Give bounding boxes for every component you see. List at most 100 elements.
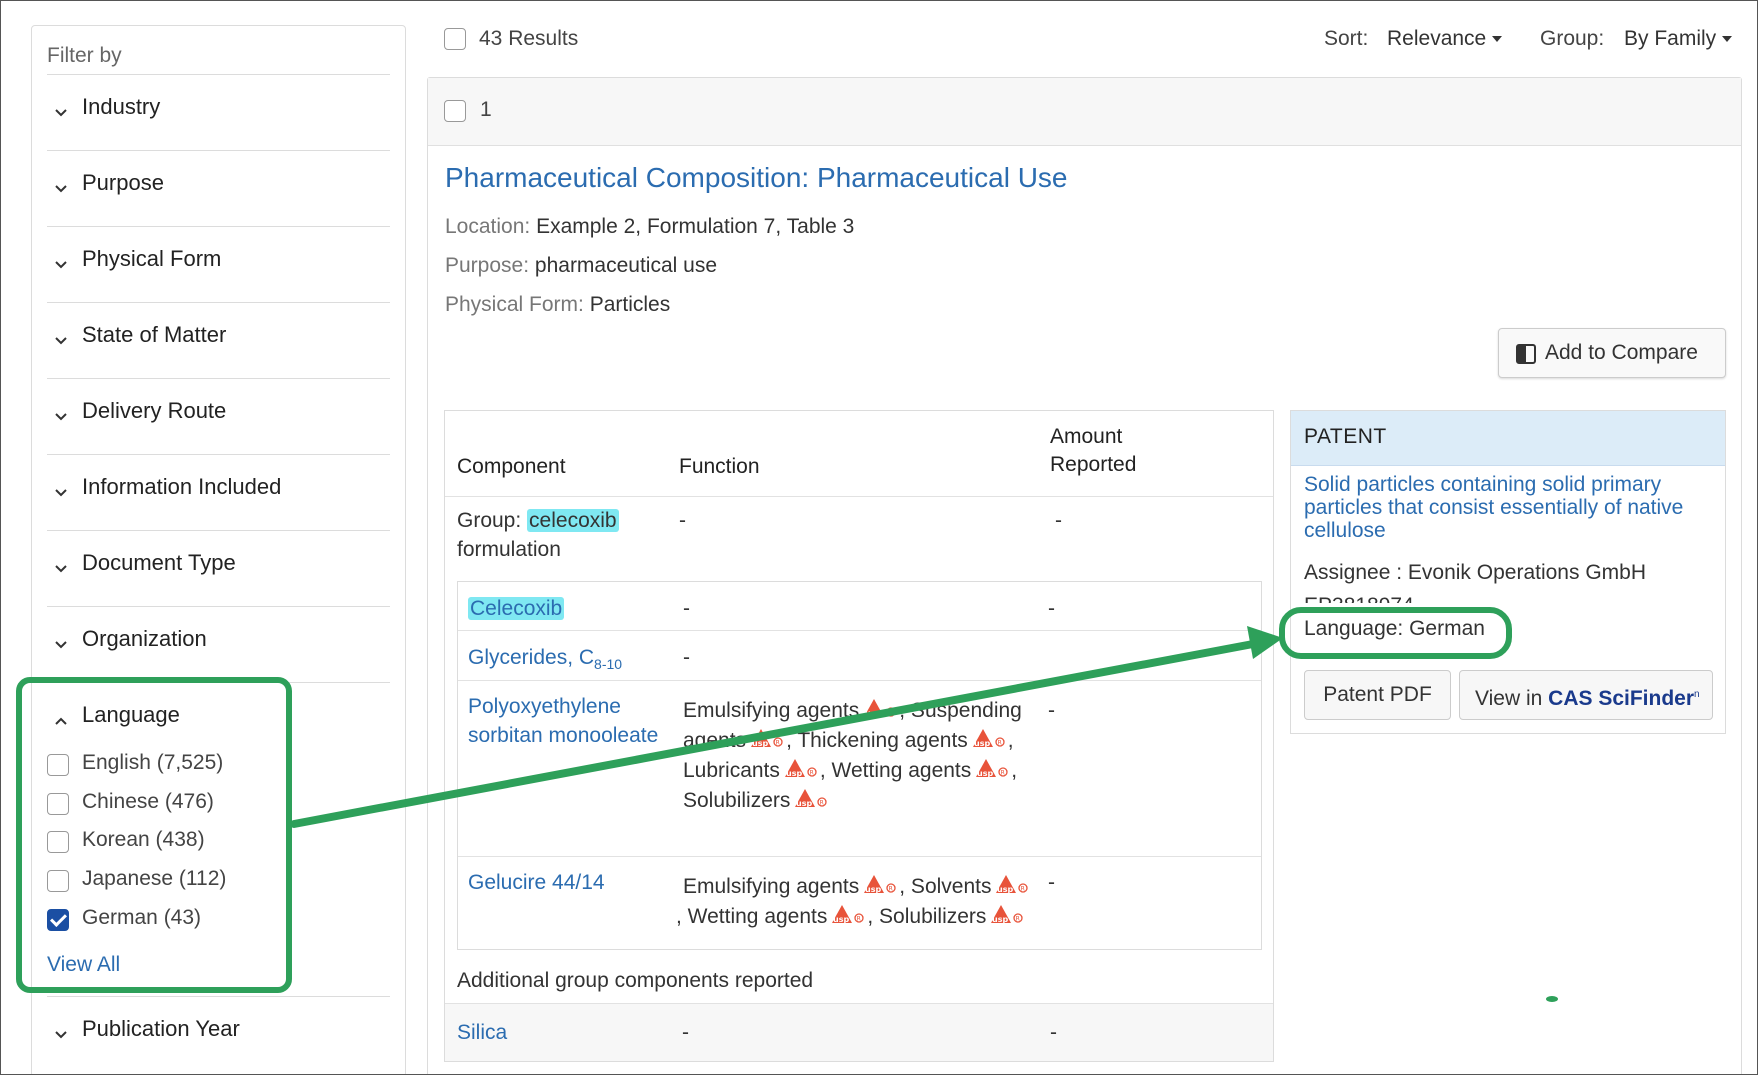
usp-logo-icon: usp R [861,697,899,719]
meta-physical-form: Physical Form: Particles [445,293,670,317]
result-checkbox[interactable] [444,100,466,122]
result-title-link[interactable]: Pharmaceutical Composition: Pharmaceutic… [445,162,1068,194]
chevron-down-icon [55,565,67,573]
facet-delivery-route[interactable]: Delivery Route [47,378,390,454]
function-cell: - [683,597,690,620]
filter-by-heading: Filter by [47,44,122,67]
component-silica[interactable]: Silica [457,1018,507,1047]
group-function: - [679,509,686,532]
facet-organization[interactable]: Organization [47,606,390,682]
function-term: Emulsifying agents [683,875,860,898]
add-to-compare-button[interactable]: Add to Compare [1498,328,1726,378]
amount-cell: - [1050,1021,1057,1044]
facet-information-included[interactable]: Information Included [47,454,390,530]
amount-cell: - [1048,597,1055,620]
component-subscript: 8-10 [594,656,623,673]
svg-text:usp: usp [865,885,881,894]
patent-number: EP3818974 [1304,589,1414,603]
function-term: , [1007,729,1014,752]
meta-value: Example 2, Formulation 7, Table 3 [536,215,855,238]
usp-logo-icon: usp R [792,787,830,809]
meta-value: Particles [589,293,671,316]
facet-label: Publication Year [82,1016,240,1041]
group-components-subtable: Celecoxib - - Glycerides, C8-10 - Polyox… [457,581,1262,950]
meta-key: Purpose: [445,254,530,277]
group-cell: Group: celecoxib formulation [457,506,619,564]
facet-document-type[interactable]: Document Type [47,530,390,606]
component-gelucire[interactable]: Gelucire 44/14 [468,868,605,897]
group-suffix: formulation [457,538,561,561]
patent-pdf-button[interactable]: Patent PDF [1304,670,1451,720]
usp-logo-icon: usp R [748,727,786,749]
chevron-down-icon [55,337,67,345]
group-value: By Family [1624,27,1717,50]
function-cell: Emulsifying agents usp R , Suspending agent… [683,696,1023,816]
svg-text:R: R [1001,770,1005,777]
facet-publication-year[interactable]: Publication Year [47,996,390,1072]
facet-label: Industry [82,94,161,119]
additional-components-label: Additional group components reported [457,969,814,992]
header-function: Function [679,455,760,478]
facet-purpose[interactable]: Purpose [47,150,390,226]
svg-text:usp: usp [865,709,881,718]
svg-text:R: R [1021,886,1025,893]
usp-logo-icon: usp R [973,757,1011,779]
facet-label: Document Type [82,550,236,575]
chevron-down-icon [55,185,67,193]
svg-text:R: R [889,886,893,893]
function-term: , Solvents [899,875,992,898]
svg-text:usp: usp [786,769,802,778]
group-dropdown[interactable]: By Family [1624,27,1733,51]
chevron-down-icon [55,413,67,421]
chevron-down-icon [55,109,67,117]
svg-text:usp: usp [992,915,1008,924]
function-term: Emulsifying agents [683,699,860,722]
annotation-highlight-language-filter [16,677,292,993]
meta-purpose: Purpose: pharmaceutical use [445,254,717,278]
function-term: , Thickening agents [786,729,968,752]
sort-dropdown[interactable]: Relevance [1387,27,1503,51]
component-name-line2: sorbitan monooleate [468,724,659,747]
function-term: Lubricants [683,759,780,782]
patent-header-label: PATENT [1304,425,1387,448]
header-reported: Reported [1050,453,1137,476]
svg-text:R: R [997,740,1001,747]
sort-value: Relevance [1387,27,1487,50]
facet-physical-form[interactable]: Physical Form [47,226,390,302]
facet-label: Purpose [82,170,164,195]
function-term: , Solubilizers [867,905,987,928]
group-prefix: Group: [457,509,522,532]
function-term: , Suspending [899,699,1022,722]
component-glycerides[interactable]: Glycerides, C8-10 [468,643,622,679]
component-name: Celecoxib [468,597,565,620]
function-cell: - [682,1021,689,1044]
patent-title-link[interactable]: Solid particles containing solid primary… [1304,473,1714,542]
group-label: Group: [1540,27,1605,50]
meta-key: Physical Form: [445,293,584,316]
header-component: Component [457,455,566,478]
select-all-checkbox[interactable] [444,28,466,50]
facet-industry[interactable]: Industry [47,74,390,150]
facet-label: Organization [82,626,207,651]
usp-logo-icon: usp R [829,903,867,925]
group-amount: - [1055,509,1062,532]
facet-label: Information Included [82,474,282,499]
svg-text:usp: usp [752,739,768,748]
function-term: , [1011,759,1018,782]
svg-text:usp: usp [974,739,990,748]
usp-logo-icon: usp R [988,903,1026,925]
view-in-scifinder-button[interactable]: View in CAS SciFindern [1459,670,1713,720]
facet-state-of-matter[interactable]: State of Matter [47,302,390,378]
component-polyoxyethylene-sorbitan-monooleate[interactable]: Polyoxyethylene sorbitan monooleate [468,692,658,750]
components-table: Component Function Amount Reported Group… [444,410,1274,1062]
usp-logo-icon: usp R [782,757,820,779]
component-celecoxib[interactable]: Celecoxib [468,594,565,623]
function-term: Solubilizers [683,789,791,812]
meta-value: pharmaceutical use [534,254,718,277]
patent-panel-header: PATENT [1291,411,1725,466]
header-amount: Amount [1050,425,1123,448]
usp-logo-icon: usp R [861,873,899,895]
svg-text:R: R [809,770,813,777]
results-count: 43 Results [479,27,579,50]
patent-assignee: Assignee : Evonik Operations GmbH [1304,561,1646,584]
